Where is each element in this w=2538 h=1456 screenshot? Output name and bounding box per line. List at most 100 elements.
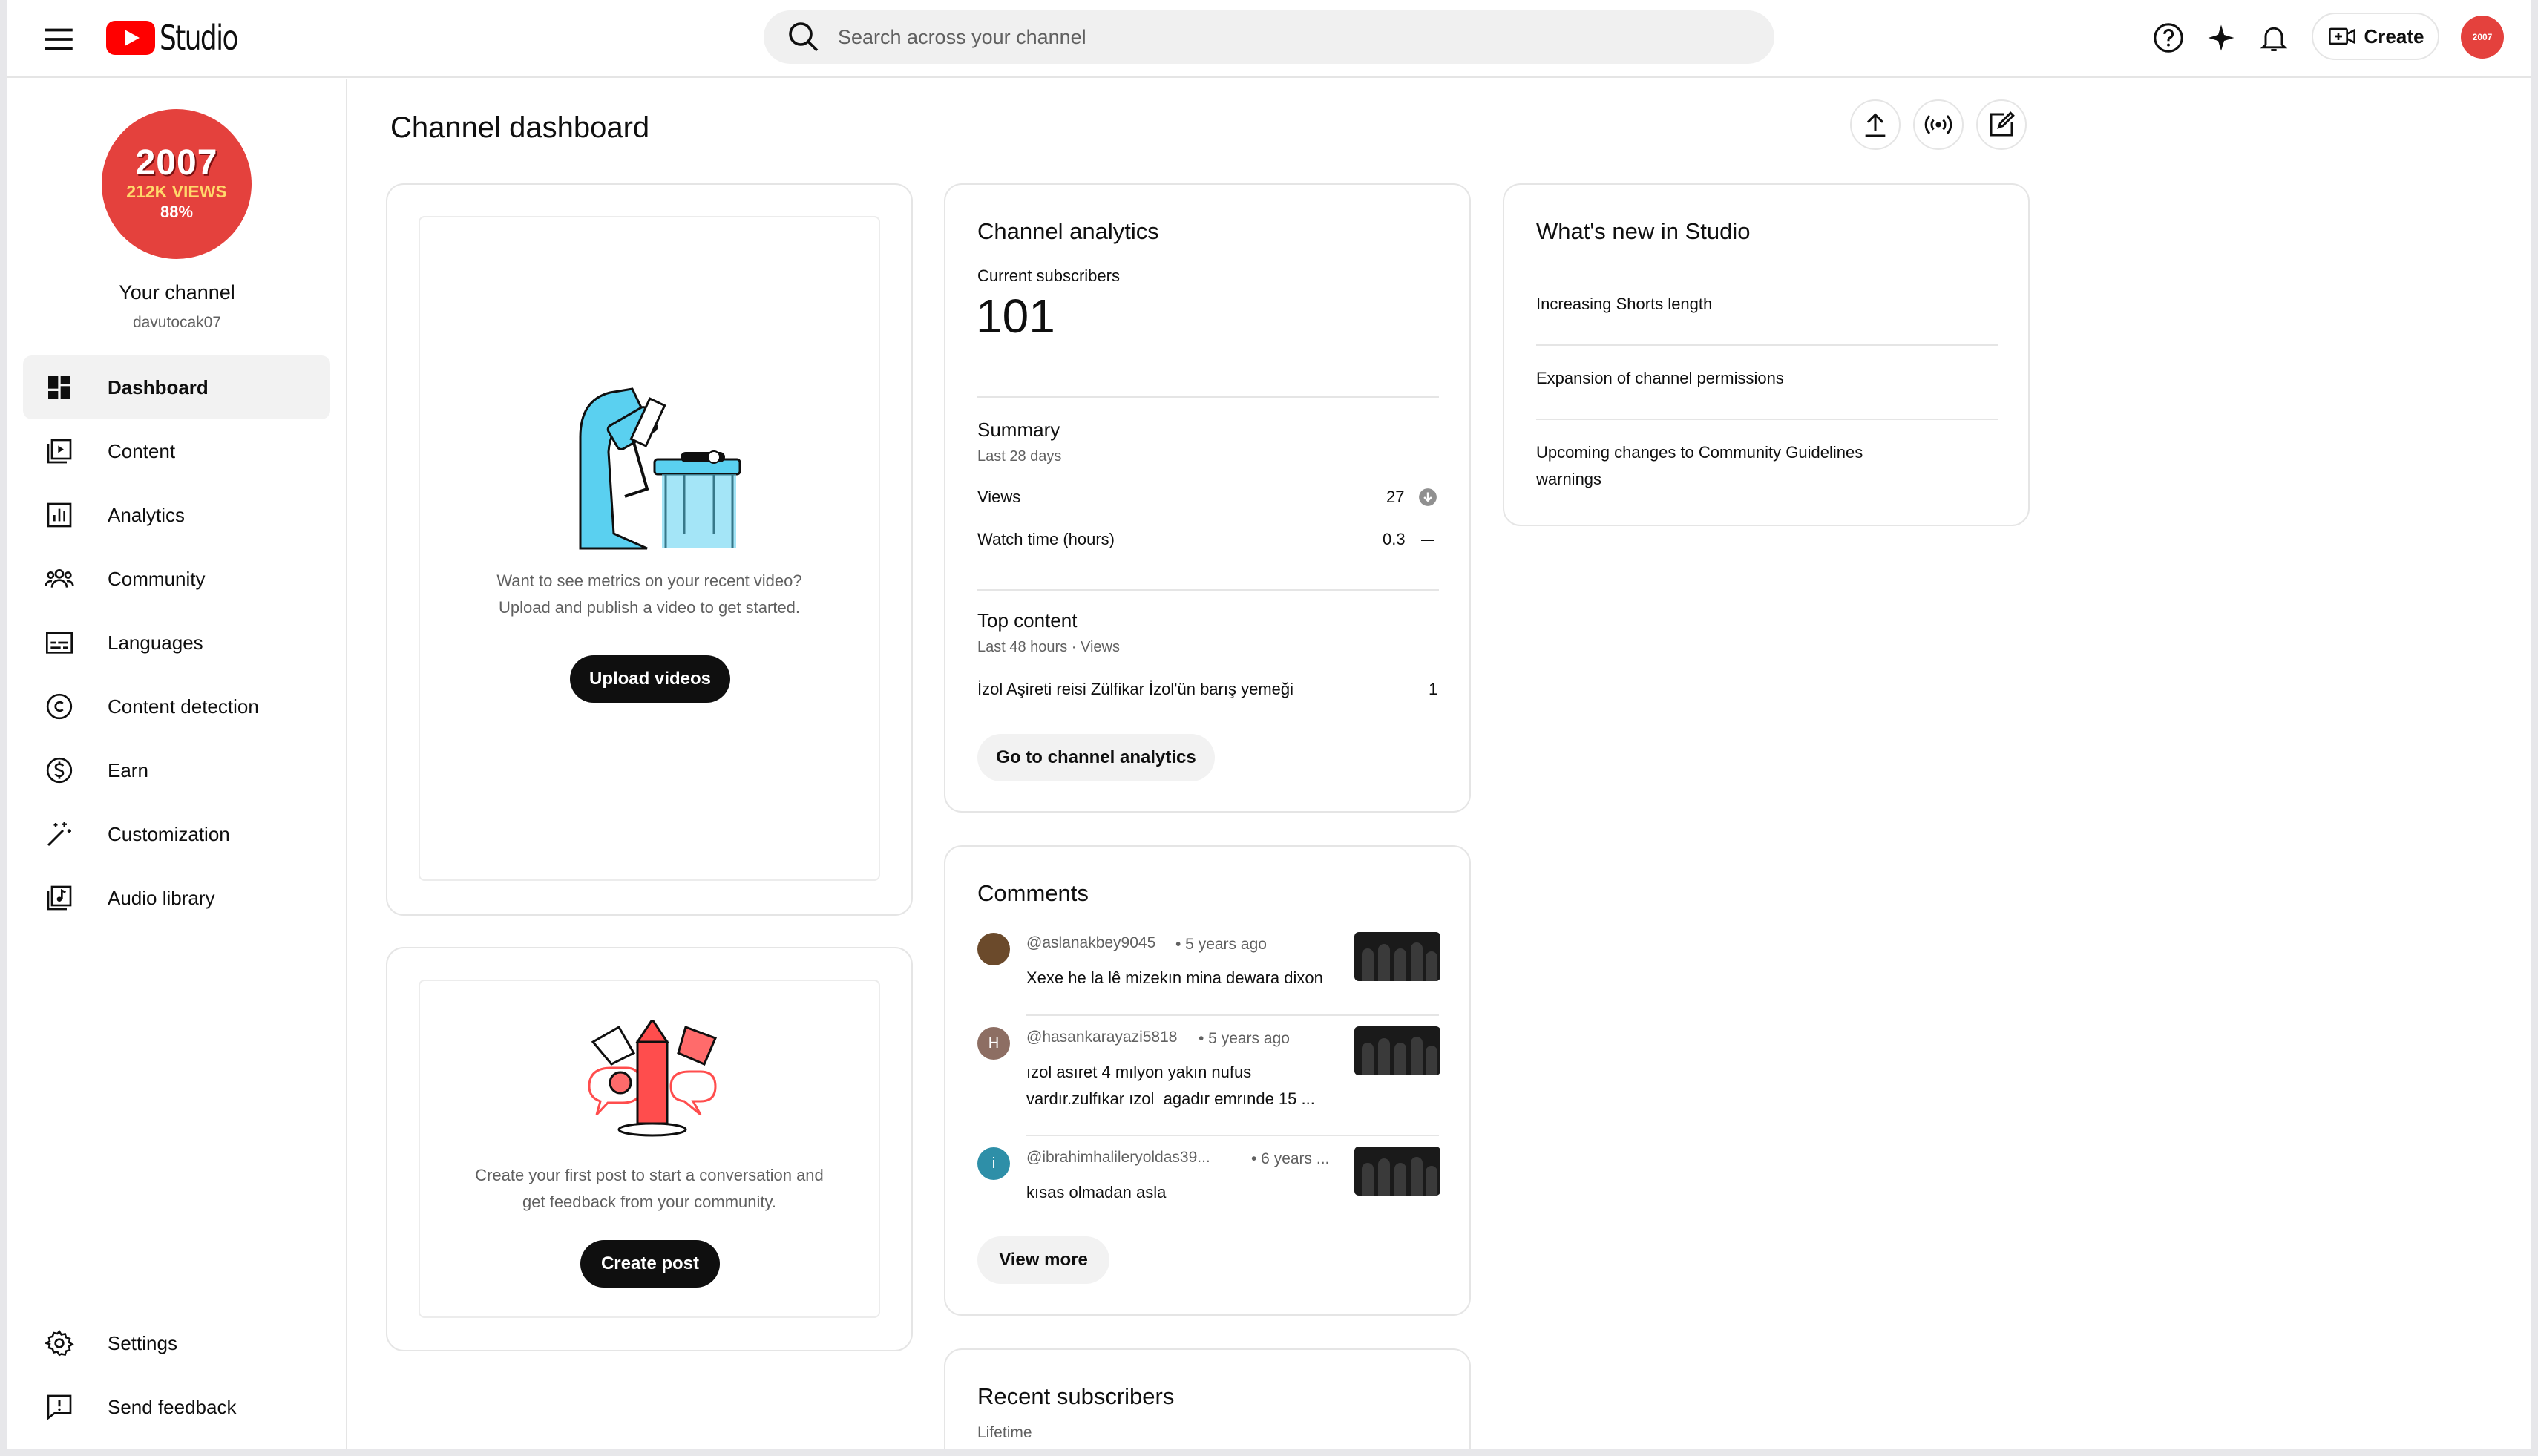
create-post-toolbar-button[interactable] bbox=[1976, 99, 2027, 150]
sidebar-item-send-feedback[interactable]: Send feedback bbox=[23, 1375, 330, 1439]
recent-subscribers-card: Recent subscribers Lifetime bbox=[944, 1348, 1471, 1449]
sidebar-item-label: Send feedback bbox=[108, 1395, 237, 1418]
studio-logo[interactable]: Studio bbox=[106, 15, 260, 61]
create-post-button[interactable]: Create post bbox=[580, 1240, 720, 1288]
top-content-item[interactable]: İzol Aşireti reisi Zülfikar İzol'ün barı… bbox=[977, 680, 1293, 699]
sidebar-item-label: Dashboard bbox=[108, 376, 209, 399]
broadcast-icon bbox=[1924, 115, 1952, 134]
divider bbox=[1026, 1014, 1439, 1016]
trend-down-icon bbox=[1419, 488, 1437, 506]
subscribers-label: Current subscribers bbox=[977, 266, 1120, 285]
post-prompt-line1: Create your first post to start a conver… bbox=[475, 1166, 824, 1184]
sidebar-bottom-nav: Settings Send feedback bbox=[23, 1311, 330, 1439]
comment-text: kısas olmadan asla bbox=[1026, 1183, 1167, 1201]
top-header: Studio Create 2007 bbox=[7, 0, 2531, 78]
commenter-avatar[interactable]: H bbox=[977, 1027, 1010, 1060]
studio-window: Studio Create 2007 2007 212K VIEWS 88% Y… bbox=[7, 0, 2531, 1449]
sidebar-item-audio-library[interactable]: Audio library bbox=[23, 866, 330, 930]
sidebar-item-content[interactable]: Content bbox=[23, 419, 330, 483]
your-channel-label: Your channel bbox=[119, 281, 235, 304]
languages-icon bbox=[44, 627, 75, 658]
whats-new-title: What's new in Studio bbox=[1536, 218, 1751, 244]
divider bbox=[977, 396, 1439, 398]
help-icon[interactable] bbox=[2148, 17, 2189, 59]
whats-new-item-continued[interactable]: warnings bbox=[1536, 470, 1601, 489]
video-thumbnail[interactable] bbox=[1354, 1147, 1440, 1196]
view-more-button[interactable]: View more bbox=[977, 1236, 1109, 1284]
video-thumbnail[interactable] bbox=[1354, 932, 1440, 981]
video-add-icon bbox=[2328, 27, 2355, 45]
comment-user[interactable]: @aslanakbey9045 bbox=[1026, 934, 1155, 952]
youtube-logo-icon bbox=[106, 21, 155, 55]
sidebar-item-label: Audio library bbox=[108, 886, 215, 909]
sidebar-item-community[interactable]: Community bbox=[23, 547, 330, 611]
summary-title: Summary bbox=[977, 419, 1060, 441]
logo-text: Studio bbox=[160, 18, 238, 58]
create-label: Create bbox=[2364, 24, 2424, 47]
sidebar-item-label: Content bbox=[108, 439, 176, 462]
avatar-line1: 2007 bbox=[135, 143, 218, 183]
menu-icon[interactable] bbox=[40, 21, 77, 58]
edit-icon bbox=[1990, 111, 2015, 137]
trend-neutral-icon bbox=[1421, 540, 1434, 541]
copyright-icon bbox=[44, 691, 75, 722]
sidebar-item-settings[interactable]: Settings bbox=[23, 1311, 330, 1375]
top-content-views: 1 bbox=[1429, 680, 1438, 698]
divider bbox=[1536, 344, 1998, 346]
whats-new-item[interactable]: Increasing Shorts length bbox=[1536, 295, 1712, 314]
microscope-illustration bbox=[579, 387, 741, 550]
sidebar-item-label: Community bbox=[108, 567, 206, 590]
sidebar-item-label: Content detection bbox=[108, 695, 259, 718]
comments-title: Comments bbox=[977, 880, 1089, 906]
avatar-line3: 88% bbox=[160, 203, 194, 221]
views-label: Views bbox=[977, 488, 1021, 506]
sidebar-item-analytics[interactable]: Analytics bbox=[23, 483, 330, 547]
recent-subscribers-title: Recent subscribers bbox=[977, 1383, 1175, 1409]
pencil-speech-illustration bbox=[588, 1020, 717, 1137]
go-to-analytics-button[interactable]: Go to channel analytics bbox=[977, 734, 1215, 781]
sidebar-item-languages[interactable]: Languages bbox=[23, 611, 330, 675]
comment-user[interactable]: @hasankarayazi5818 bbox=[1026, 1029, 1177, 1046]
dashboard-icon bbox=[44, 372, 75, 403]
comment-user[interactable]: @ibrahimhalileryoldas39... bbox=[1026, 1149, 1210, 1167]
comments-card: Comments @aslanakbey9045 • 5 years ago X… bbox=[944, 845, 1471, 1316]
upload-button[interactable] bbox=[1850, 99, 1901, 150]
upload-videos-button[interactable]: Upload videos bbox=[570, 655, 730, 703]
sidebar-item-dashboard[interactable]: Dashboard bbox=[23, 355, 330, 419]
go-live-button[interactable] bbox=[1913, 99, 1964, 150]
upload-prompt-line1: Want to see metrics on your recent video… bbox=[496, 571, 802, 590]
commenter-avatar[interactable]: i bbox=[977, 1147, 1010, 1180]
divider bbox=[1026, 1135, 1439, 1136]
search-input[interactable] bbox=[838, 25, 1654, 49]
analytics-title: Channel analytics bbox=[977, 218, 1159, 244]
whats-new-item[interactable]: Upcoming changes to Community Guidelines bbox=[1536, 443, 1863, 462]
channel-avatar[interactable]: 2007 212K VIEWS 88% bbox=[102, 109, 252, 259]
whats-new-item[interactable]: Expansion of channel permissions bbox=[1536, 369, 1784, 388]
sidebar-item-label: Analytics bbox=[108, 503, 186, 526]
comment-text-continued: vardır.zulfıkar ızol agadır emrınde 15 .… bbox=[1026, 1089, 1315, 1108]
content-icon bbox=[44, 436, 75, 467]
sidebar-item-customization[interactable]: Customization bbox=[23, 802, 330, 866]
upload-video-card: Want to see metrics on your recent video… bbox=[386, 183, 913, 916]
video-thumbnail[interactable] bbox=[1354, 1026, 1440, 1075]
sidebar-item-content-detection[interactable]: Content detection bbox=[23, 675, 330, 738]
top-content-title: Top content bbox=[977, 609, 1078, 632]
post-prompt-line2: get feedback from your community. bbox=[522, 1193, 776, 1211]
notifications-bell-icon[interactable] bbox=[2253, 17, 2295, 59]
top-content-period: Last 48 hours · Views bbox=[977, 639, 1120, 655]
watch-time-value: 0.3 bbox=[1383, 530, 1406, 548]
commenter-avatar[interactable] bbox=[977, 933, 1010, 965]
whats-new-card: What's new in Studio Increasing Shorts l… bbox=[1503, 183, 2030, 526]
sidebar-item-label: Customization bbox=[108, 822, 230, 845]
search-bar[interactable] bbox=[764, 10, 1774, 64]
create-button[interactable]: Create bbox=[2312, 13, 2439, 60]
community-icon bbox=[44, 563, 75, 594]
channel-handle: davutocak07 bbox=[132, 314, 222, 331]
divider bbox=[1536, 419, 1998, 420]
sidebar: 2007 212K VIEWS 88% Your channel davutoc… bbox=[7, 79, 347, 1449]
sidebar-item-earn[interactable]: Earn bbox=[23, 738, 330, 802]
avatar-line2: 212K VIEWS bbox=[126, 182, 227, 201]
sparkle-icon[interactable] bbox=[2200, 17, 2242, 59]
account-avatar[interactable]: 2007 bbox=[2461, 16, 2504, 59]
magic-wand-icon bbox=[44, 819, 75, 850]
